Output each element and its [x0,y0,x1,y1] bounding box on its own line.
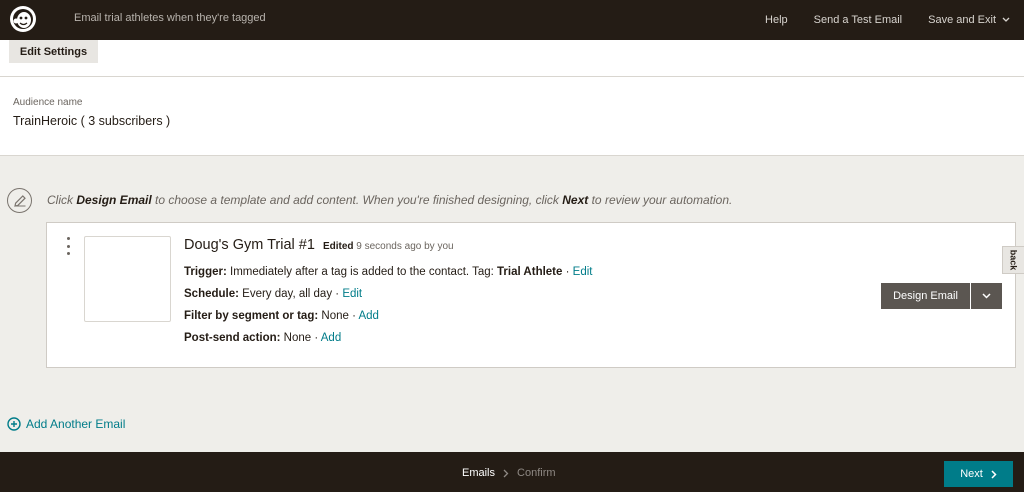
audience-name-value: TrainHeroic ( 3 subscribers ) [13,114,171,128]
save-and-exit-label: Save and Exit [928,14,996,26]
schedule-text: Every day, all day [238,288,333,300]
feedback-label: back [1008,249,1019,271]
filter-text: None [318,310,349,322]
design-email-button[interactable]: Design Email [881,283,970,309]
pencil-icon [7,188,32,213]
post-send-row: Post-send action: None · Add [184,332,341,344]
mailchimp-logo-icon[interactable] [8,4,38,34]
save-and-exit-menu[interactable]: Save and Exit [928,14,1010,26]
trigger-text: Immediately after a tag is added to the … [226,266,498,278]
schedule-row: Schedule: Every day, all day · Edit [184,288,362,300]
schedule-edit-link[interactable]: Edit [342,288,362,300]
campaign-name: Email trial athletes when they're tagged [74,12,266,24]
help-link[interactable]: Help [765,14,788,26]
edited-status: Edited 9 seconds ago by you [323,241,454,252]
email-card: Doug's Gym Trial #1 Edited 9 seconds ago… [46,222,1016,368]
step-breadcrumb: Emails Confirm [462,467,556,479]
next-label: Next [960,468,983,480]
step-emails[interactable]: Emails [462,467,495,479]
post-send-label: Post-send action: [184,332,281,344]
edit-settings-button[interactable]: Edit Settings [9,40,98,63]
email-thumbnail[interactable] [84,236,171,322]
design-email-dropdown-button[interactable] [971,283,1002,309]
audience-section: Audience name TrainHeroic ( 3 subscriber… [0,77,1024,156]
audience-name-label: Audience name [13,97,83,108]
instructions-text: Click Design Email to choose a template … [47,193,732,207]
email-title-row: Doug's Gym Trial #1 Edited 9 seconds ago… [184,237,454,253]
trigger-label: Trigger: [184,266,227,278]
instructions-part: Click [47,193,77,207]
design-email-group: Design Email [881,283,1002,309]
trigger-tag: Trial Athlete [497,266,563,278]
add-another-email-button[interactable]: Add Another Email [7,417,125,431]
top-bar: Email trial athletes when they're tagged… [0,0,1024,40]
feedback-tab[interactable]: back [1002,246,1024,274]
settings-band: Edit Settings [0,40,1024,77]
instructions-next: Next [562,193,589,207]
add-another-email-label: Add Another Email [26,417,126,431]
step-confirm[interactable]: Confirm [517,467,556,479]
separator: · [332,288,343,300]
kebab-icon[interactable] [64,237,72,255]
bottom-bar: Emails Confirm [0,452,1024,492]
chevron-right-icon [991,469,997,479]
plus-circle-icon [7,417,21,431]
edited-time: 9 seconds ago by you [353,241,454,252]
filter-row: Filter by segment or tag: None · Add [184,310,379,322]
instructions-part: to choose a template and add content. Wh… [151,193,563,207]
separator: · [311,332,321,344]
send-test-email-link[interactable]: Send a Test Email [814,14,902,26]
post-send-text: None [280,332,312,344]
chevron-down-icon [982,293,991,299]
chevron-down-icon [1002,17,1010,22]
edited-label: Edited [322,241,354,252]
email-title: Doug's Gym Trial #1 [184,237,315,253]
chevron-right-icon [503,469,509,477]
filter-label: Filter by segment or tag: [184,310,319,322]
separator: · [562,266,573,278]
trigger-row: Trigger: Immediately after a tag is adde… [184,266,592,278]
next-button[interactable]: Next [944,461,1013,487]
instructions-part: to review your automation. [588,193,733,207]
schedule-label: Schedule: [184,288,239,300]
post-send-add-link[interactable]: Add [321,332,341,344]
filter-add-link[interactable]: Add [358,310,378,322]
top-actions: Help Send a Test Email Save and Exit [765,0,1024,40]
trigger-edit-link[interactable]: Edit [573,266,593,278]
instructions-design-email: Design Email [76,193,152,207]
